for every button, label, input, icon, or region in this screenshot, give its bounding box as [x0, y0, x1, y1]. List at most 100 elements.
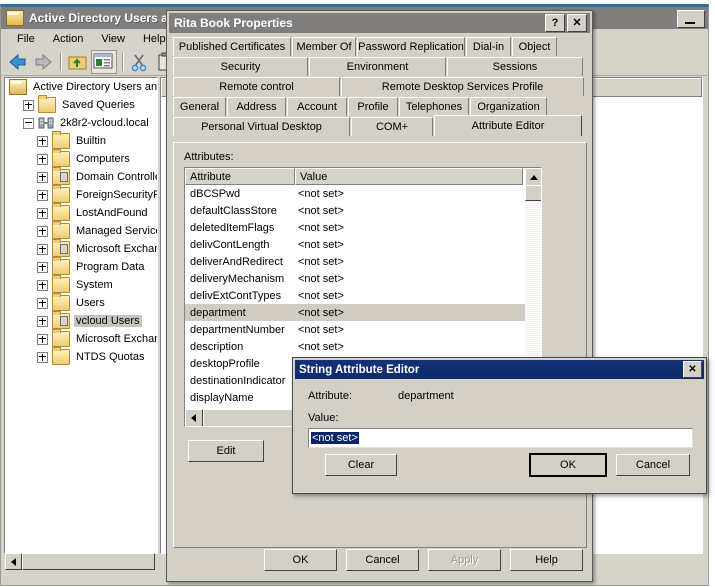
- clear-button[interactable]: Clear: [325, 454, 397, 476]
- menu-file[interactable]: File: [8, 31, 44, 47]
- tree-item-ntds-quotas[interactable]: NTDS Quotas: [5, 347, 157, 366]
- console-tree[interactable]: Active Directory Users and Co Saved Queri…: [4, 77, 158, 554]
- expand-plus-icon[interactable]: [37, 315, 48, 327]
- expand-plus-icon[interactable]: [37, 351, 48, 363]
- expand-plus-icon[interactable]: [37, 153, 48, 165]
- folder-icon: [38, 95, 56, 113]
- expand-plus-icon[interactable]: [37, 171, 48, 183]
- tab-remote-control[interactable]: Remote control: [173, 77, 340, 96]
- tab-dial-in[interactable]: Dial-in: [466, 37, 511, 56]
- tab-profile[interactable]: Profile: [348, 97, 398, 116]
- tree-item-system[interactable]: System: [5, 275, 157, 294]
- ok-button[interactable]: OK: [529, 453, 607, 477]
- tree-item-saved-queries[interactable]: Saved Queries: [5, 95, 157, 114]
- help-button[interactable]: Help: [510, 549, 583, 571]
- console-tree-horizontal-scrollbar[interactable]: [5, 553, 155, 570]
- close-icon[interactable]: ✕: [567, 14, 587, 32]
- tab-published-certificates[interactable]: Published Certificates: [173, 37, 291, 56]
- expand-plus-icon[interactable]: [37, 225, 48, 237]
- attribute-row[interactable]: deliverAndRedirect <not set>: [185, 253, 541, 270]
- string-attribute-editor-title: String Attribute Editor: [299, 363, 420, 376]
- tab-com[interactable]: COM+: [351, 117, 433, 136]
- expand-plus-icon[interactable]: [37, 207, 48, 219]
- column-header-value[interactable]: Value: [295, 168, 523, 185]
- tree-item-lostandfound[interactable]: LostAndFound: [5, 203, 157, 222]
- tree-item-label: System: [76, 279, 113, 291]
- collapse-minus-icon[interactable]: [23, 117, 34, 129]
- attribute-row[interactable]: delivExtContTypes <not set>: [185, 287, 541, 304]
- expand-plus-icon[interactable]: [23, 99, 34, 111]
- tree-item-users[interactable]: Users: [5, 293, 157, 312]
- forward-icon[interactable]: [31, 51, 55, 73]
- attribute-row[interactable]: dBCSPwd <not set>: [185, 185, 541, 202]
- tree-item-microsoft-exchange-s[interactable]: Microsoft Exchange S: [5, 329, 157, 348]
- tree-item-microsoft-exchange-s[interactable]: Microsoft Exchange S: [5, 239, 157, 258]
- menu-view[interactable]: View: [92, 31, 134, 47]
- tree-item-2k8r2-vcloud-local[interactable]: 2k8r2-vcloud.local: [5, 114, 157, 132]
- close-icon[interactable]: ✕: [683, 361, 702, 378]
- tab-telephones[interactable]: Telephones: [399, 97, 469, 116]
- tab-security[interactable]: Security: [173, 57, 308, 76]
- toolbar-separator-2: [122, 53, 124, 71]
- expand-plus-icon[interactable]: [37, 279, 48, 291]
- attribute-row[interactable]: deliveryMechanism <not set>: [185, 270, 541, 287]
- tab-organization[interactable]: Organization: [470, 97, 547, 116]
- tree-item-managed-service-acc[interactable]: Managed Service Acc: [5, 221, 157, 240]
- expand-plus-icon[interactable]: [37, 333, 48, 345]
- up-folder-icon[interactable]: [66, 51, 90, 73]
- string-attribute-editor-title-bar[interactable]: String Attribute Editor ✕: [295, 360, 704, 379]
- tab-environment[interactable]: Environment: [309, 57, 446, 76]
- attribute-row[interactable]: departmentNumber <not set>: [185, 321, 541, 338]
- minimize-button[interactable]: [677, 10, 705, 28]
- cancel-button[interactable]: Cancel: [616, 454, 690, 476]
- expand-plus-icon[interactable]: [37, 135, 48, 147]
- properties-title-bar[interactable]: Rita Book Properties ? ✕: [169, 13, 590, 33]
- attribute-row[interactable]: description <not set>: [185, 338, 541, 355]
- tree-item-computers[interactable]: Computers: [5, 149, 157, 168]
- tab-account[interactable]: Account: [287, 97, 347, 116]
- attribute-name-cell: dBCSPwd: [190, 187, 241, 200]
- attributes-scroll-left-button[interactable]: [185, 409, 203, 426]
- column-header-attribute[interactable]: Attribute: [185, 168, 295, 185]
- tab-password-replication[interactable]: Password Replication: [357, 37, 465, 56]
- tab-attribute-editor[interactable]: Attribute Editor: [434, 115, 582, 136]
- value-input[interactable]: <not set>: [308, 428, 693, 448]
- tree-item-foreignsecurityprincip[interactable]: ForeignSecurityPrincip: [5, 185, 157, 204]
- tab-remote-desktop-services-profile[interactable]: Remote Desktop Services Profile: [341, 77, 584, 96]
- menu-action[interactable]: Action: [44, 31, 93, 47]
- tree-item-label: Microsoft Exchange S: [76, 243, 157, 255]
- scroll-up-button[interactable]: [525, 168, 541, 186]
- tab-sessions[interactable]: Sessions: [447, 57, 583, 76]
- edit-button[interactable]: Edit: [188, 440, 264, 462]
- scroll-left-button[interactable]: [5, 553, 22, 570]
- attribute-row[interactable]: deletedItemFlags <not set>: [185, 219, 541, 236]
- expand-plus-icon[interactable]: [37, 189, 48, 201]
- expand-plus-icon[interactable]: [37, 261, 48, 273]
- tab-general[interactable]: General: [173, 97, 226, 116]
- tab-address[interactable]: Address: [227, 97, 286, 116]
- cut-icon[interactable]: [128, 51, 152, 73]
- scroll-thumb[interactable]: [22, 553, 155, 570]
- attribute-name-cell: description: [190, 340, 244, 353]
- cancel-button[interactable]: Cancel: [346, 549, 419, 571]
- tab-row-4: General Address Account Profile Telephones Or…: [173, 97, 585, 117]
- attribute-row[interactable]: delivContLength <not set>: [185, 236, 541, 253]
- attribute-row[interactable]: defaultClassStore <not set>: [185, 202, 541, 219]
- tab-personal-virtual-desktop[interactable]: Personal Virtual Desktop: [173, 117, 350, 136]
- expand-plus-icon[interactable]: [37, 243, 48, 255]
- tree-item-program-data[interactable]: Program Data: [5, 257, 157, 276]
- tree-item-vcloud-users[interactable]: vcloud Users: [5, 311, 157, 330]
- tab-member-of[interactable]: Member Of: [292, 37, 356, 56]
- expand-plus-icon[interactable]: [37, 297, 48, 309]
- console-icon: [9, 79, 27, 95]
- help-titlebar-button[interactable]: ?: [545, 14, 565, 32]
- tree-item-domain-controllers[interactable]: Domain Controllers: [5, 167, 157, 186]
- attributes-scroll-thumb[interactable]: [525, 185, 541, 201]
- show-hide-console-tree-icon[interactable]: [91, 50, 117, 74]
- tree-item-builtin[interactable]: Builtin: [5, 131, 157, 150]
- attribute-row[interactable]: department <not set>: [185, 304, 541, 321]
- ok-button[interactable]: OK: [264, 549, 337, 571]
- back-icon[interactable]: [6, 51, 30, 73]
- tree-item-active-directory-users-and-co[interactable]: Active Directory Users and Co: [5, 78, 157, 96]
- tab-object[interactable]: Object: [512, 37, 557, 56]
